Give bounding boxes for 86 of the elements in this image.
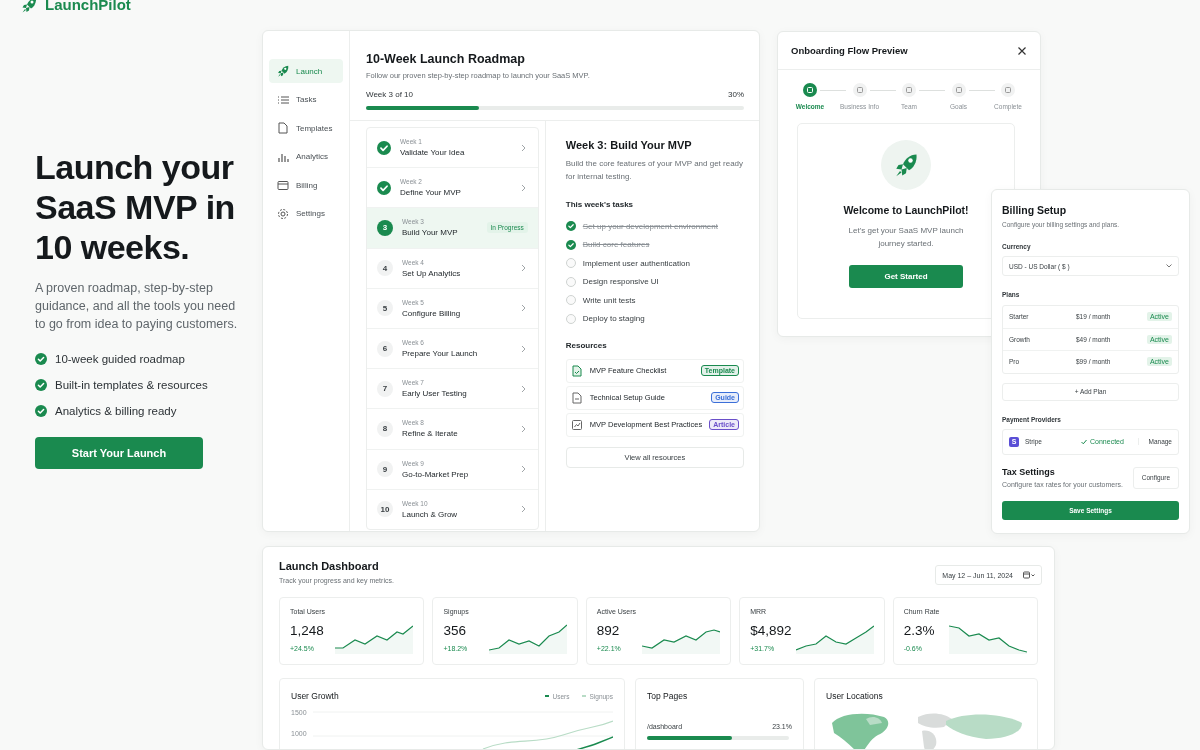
week-title: Configure Billing	[402, 308, 462, 318]
step-indicator[interactable]	[1001, 83, 1015, 97]
feature-text: Built-in templates & resources	[55, 379, 208, 391]
document-icon	[570, 418, 583, 431]
step-indicator[interactable]	[902, 83, 916, 97]
checkbox[interactable]	[565, 239, 576, 250]
feature-text: 10-week guided roadmap	[55, 353, 185, 365]
checkbox[interactable]	[565, 221, 576, 231]
week-title: Go-to-Market Prep	[402, 469, 470, 479]
sidebar-item[interactable]: Tasks	[269, 87, 343, 112]
sidebar-item[interactable]: Settings	[269, 201, 343, 226]
file-icon	[277, 122, 289, 134]
step-number: 5	[377, 300, 393, 317]
calendar-icon	[1023, 571, 1035, 579]
week-description: Build the core features of your MVP and get ready for internal testing.	[565, 158, 744, 183]
week-title: Launch & Grow	[402, 509, 459, 519]
step-number: 6	[377, 340, 393, 357]
sidebar-item[interactable]: Analytics	[269, 144, 343, 169]
hero-heading: Launch your SaaS MVP in 10 weeks.	[35, 147, 236, 267]
step-indicator[interactable]	[951, 83, 966, 97]
week-title: Build Your MVP	[402, 228, 459, 238]
check-circle-icon	[35, 353, 47, 365]
step-indicator[interactable]	[852, 83, 867, 97]
get-started-button[interactable]: Get Started	[849, 265, 963, 288]
step-indicator[interactable]	[803, 83, 817, 97]
checkbox[interactable]	[565, 313, 576, 324]
rocket-icon	[21, 0, 37, 13]
dashboard-title: Launch Dashboard	[279, 560, 380, 572]
sidebar-item[interactable]: Templates	[269, 116, 343, 140]
caret-down-icon	[1166, 264, 1172, 268]
week-heading: Week 3: Build Your MVP	[565, 139, 693, 151]
task-label: Build core features	[582, 240, 650, 249]
progress-label: Week 3 of 10	[366, 90, 413, 99]
metric-value: 892	[596, 623, 621, 638]
metric-value: 2.3%	[903, 623, 936, 638]
step-number: 7	[377, 380, 393, 397]
list-icon	[277, 93, 289, 106]
document-icon	[570, 391, 583, 404]
card-icon	[277, 179, 289, 191]
step-number: 4	[377, 260, 393, 277]
progress-value: 30%	[728, 90, 744, 99]
section-heading: This week's tasks	[565, 200, 635, 209]
check-circle-icon	[35, 379, 47, 391]
section-title: Tax Settings	[1002, 467, 1056, 477]
panel-title: User Growth	[291, 691, 339, 701]
step-number: 9	[377, 461, 393, 478]
week-title: Define Your MVP	[400, 188, 462, 198]
checkbox[interactable]	[565, 276, 576, 287]
task-label: Deploy to staging	[582, 314, 645, 323]
metric-value: 356	[443, 623, 467, 638]
week-title: Early User Testing	[402, 389, 468, 399]
week-title: Refine & Iterate	[402, 429, 459, 439]
roadmap-title: 10-Week Launch Roadmap	[366, 52, 526, 66]
rocket-icon	[894, 153, 918, 177]
document-icon	[570, 364, 583, 377]
rocket-icon	[277, 65, 289, 77]
metric-value: $4,892	[750, 623, 792, 638]
start-launch-button[interactable]: Start Your Launch	[35, 437, 203, 469]
week-title: Set Up Analytics	[402, 268, 462, 278]
gear-icon	[277, 207, 289, 220]
welcome-title: Welcome to LaunchPilot!	[843, 204, 969, 216]
task-label: Implement user authentication	[582, 258, 690, 268]
sidebar-item[interactable]: Launch	[269, 59, 343, 83]
step-number: 3	[377, 219, 393, 236]
task-label: Write unit tests	[582, 295, 636, 305]
checkbox[interactable]	[565, 258, 576, 268]
step-number: 8	[377, 420, 393, 437]
step-number: 10	[377, 501, 393, 518]
task-label: Design responsive UI	[582, 277, 659, 286]
panel-title: User Locations	[826, 691, 884, 701]
welcome-text: Let's get your SaaS MVP launch journey started.	[847, 225, 965, 250]
feature-text: Analytics & billing ready	[55, 405, 177, 417]
metric-value: 1,248	[290, 623, 325, 638]
panel-title: Top Pages	[647, 691, 689, 701]
close-icon[interactable]	[1017, 45, 1027, 56]
checkbox[interactable]	[565, 295, 576, 305]
panel-title: Billing Setup	[1002, 204, 1068, 216]
sidebar-item[interactable]: Billing	[269, 173, 343, 197]
check-icon	[1081, 438, 1087, 445]
hero-description: A proven roadmap, step-by-step guidance, and all the tools you need to go from idea to paying customers.	[35, 280, 239, 333]
task-label: Set up your development environment	[582, 221, 718, 231]
panel-title: Onboarding Flow Preview	[791, 45, 908, 56]
week-title: Validate Your Idea	[400, 148, 466, 158]
section-heading: Resources	[565, 340, 608, 350]
check-circle-icon	[35, 405, 47, 417]
week-title: Prepare Your Launch	[402, 349, 479, 359]
